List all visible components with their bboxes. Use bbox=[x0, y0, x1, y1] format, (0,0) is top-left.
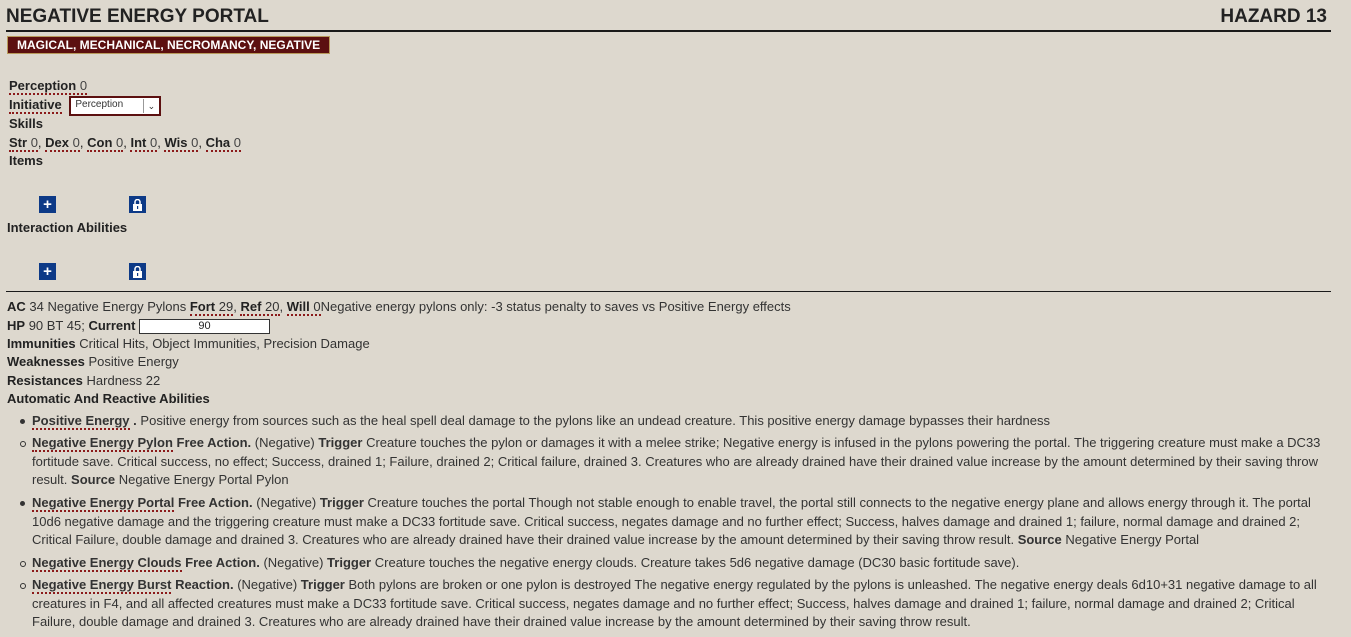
items-label: Items bbox=[9, 153, 43, 168]
bullet-icon bbox=[20, 419, 25, 424]
ability-name[interactable]: Negative Energy Portal bbox=[32, 495, 175, 512]
hazard-name: NEGATIVE ENERGY PORTAL bbox=[6, 6, 269, 27]
current-hp-input[interactable]: 90 bbox=[139, 319, 271, 335]
reactive-heading: Automatic And Reactive Abilities bbox=[7, 391, 210, 406]
attribute-dex[interactable]: Dex 0 bbox=[45, 135, 80, 152]
trait-bar: MAGICAL, MECHANICAL, NECROMANCY, NEGATIV… bbox=[7, 36, 331, 54]
add-item-button[interactable]: + bbox=[39, 196, 56, 213]
trait[interactable]: MAGICAL bbox=[17, 38, 73, 52]
ref-save[interactable]: Ref 20 bbox=[240, 299, 280, 316]
ac-value: 34 Negative Energy Pylons bbox=[29, 299, 187, 314]
lock-interaction-button[interactable] bbox=[129, 263, 146, 280]
attribute-cha[interactable]: Cha 0 bbox=[205, 135, 241, 152]
ability-name[interactable]: Negative Energy Clouds bbox=[32, 555, 182, 572]
ability-name[interactable]: Positive Energy bbox=[32, 413, 130, 430]
attribute-str[interactable]: Str 0 bbox=[9, 135, 38, 152]
bullet-icon bbox=[20, 441, 26, 447]
perception-line: Perception 0 bbox=[9, 78, 88, 95]
initiative-line: Initiative Perception ⌄ bbox=[9, 96, 162, 116]
immunities-line: Immunities Critical Hits, Object Immunit… bbox=[7, 336, 370, 351]
hp-line: HP 90 BT 45; Current 90 bbox=[7, 318, 271, 335]
ability-item: Negative Energy Burst Reaction. (Negativ… bbox=[20, 576, 1338, 632]
hazard-level: HAZARD 13 bbox=[1220, 6, 1327, 27]
ability-item: Negative Energy Portal Free Action. (Neg… bbox=[20, 494, 1338, 550]
bullet-icon bbox=[20, 561, 26, 567]
stat-block-header: NEGATIVE ENERGY PORTAL HAZARD 13 bbox=[6, 4, 1331, 32]
ability-name[interactable]: Negative Energy Pylon bbox=[32, 435, 173, 452]
plus-icon: + bbox=[43, 196, 52, 213]
lock-items-button[interactable] bbox=[129, 196, 146, 213]
trait[interactable]: NEGATIVE bbox=[260, 38, 320, 52]
ability-item: Positive Energy . Positive energy from s… bbox=[20, 412, 1338, 431]
trait[interactable]: MECHANICAL bbox=[80, 38, 161, 52]
attribute-con[interactable]: Con 0 bbox=[87, 135, 124, 152]
attribute-int[interactable]: Int 0 bbox=[130, 135, 158, 152]
attribute-wis[interactable]: Wis 0 bbox=[164, 135, 199, 152]
plus-icon: + bbox=[43, 263, 52, 280]
lock-icon bbox=[133, 265, 142, 278]
ability-item: Negative Energy Clouds Free Action. (Neg… bbox=[20, 554, 1338, 573]
lock-icon bbox=[133, 198, 142, 211]
bullet-icon bbox=[20, 501, 25, 506]
trait[interactable]: NECROMANCY bbox=[167, 38, 253, 52]
ability-item: Negative Energy Pylon Free Action. (Nega… bbox=[20, 434, 1338, 490]
chevron-down-icon: ⌄ bbox=[143, 99, 158, 113]
save-note: Negative energy pylons only: -3 status p… bbox=[320, 299, 791, 314]
add-interaction-button[interactable]: + bbox=[39, 263, 56, 280]
will-save[interactable]: Will 0 bbox=[286, 299, 321, 316]
skills-label: Skills bbox=[9, 116, 43, 131]
initiative-roll[interactable]: Initiative bbox=[9, 97, 62, 115]
attribute-line: Str 0, Dex 0, Con 0, Int 0, Wis 0, Cha 0 bbox=[9, 135, 241, 152]
bullet-icon bbox=[20, 583, 26, 589]
fort-save[interactable]: Fort 29 bbox=[189, 299, 234, 316]
perception-roll[interactable]: Perception 0 bbox=[9, 78, 88, 95]
initiative-select[interactable]: Perception ⌄ bbox=[69, 96, 162, 116]
section-divider bbox=[6, 291, 1331, 292]
interaction-label: Interaction Abilities bbox=[7, 220, 128, 235]
ability-name[interactable]: Negative Energy Burst bbox=[32, 577, 172, 594]
defense-line: AC 34 Negative Energy Pylons Fort 29, Re… bbox=[7, 299, 791, 316]
resistances-line: Resistances Hardness 22 bbox=[7, 373, 161, 388]
weaknesses-line: Weaknesses Positive Energy bbox=[7, 354, 179, 369]
